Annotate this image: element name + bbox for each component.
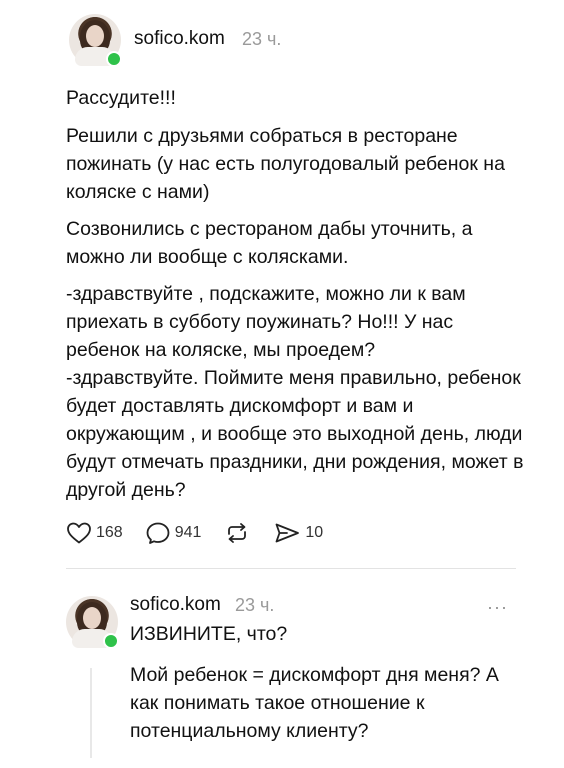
post-username[interactable]: sofico.kom [134,28,225,50]
share-button[interactable]: 10 [273,521,323,545]
post-paragraph-2: Решили с друзьями собраться в ресторане … [66,125,505,203]
reply-username[interactable]: sofico.kom [130,594,221,616]
online-indicator [106,51,122,67]
comment-icon [145,521,171,545]
reply-avatar[interactable] [66,596,119,649]
like-count: 168 [96,524,123,541]
thread-line [90,668,92,758]
more-icon[interactable]: ··· [487,597,508,618]
share-icon [273,521,301,545]
comment-button[interactable]: 941 [145,521,202,545]
post-paragraph-3: Созвонились с рестораном дабы уточнить, … [66,218,473,268]
online-indicator [103,633,119,649]
post-paragraph-1: Рассудите!!! [66,87,176,109]
avatar[interactable] [69,14,122,67]
heart-icon [66,521,92,545]
like-button[interactable]: 168 [66,521,123,545]
post-time: 23 ч. [242,29,282,49]
comment-count: 941 [174,524,202,541]
post-paragraph-4: -здравствуйте , подскажите, можно ли к в… [66,283,524,501]
reply-continuation: Мой ребенок = дискомфорт дня меня? А как… [130,664,499,742]
repost-icon [223,521,251,545]
post-actions: 168 941 10 [66,516,345,550]
repost-button[interactable] [223,521,251,545]
divider [66,568,516,569]
reply-time: 23 ч. [235,595,275,615]
share-count: 10 [305,524,324,541]
reply-text: ИЗВИНИТЕ, что? [130,623,288,645]
avatar-face [83,607,101,629]
avatar-face [86,25,104,47]
